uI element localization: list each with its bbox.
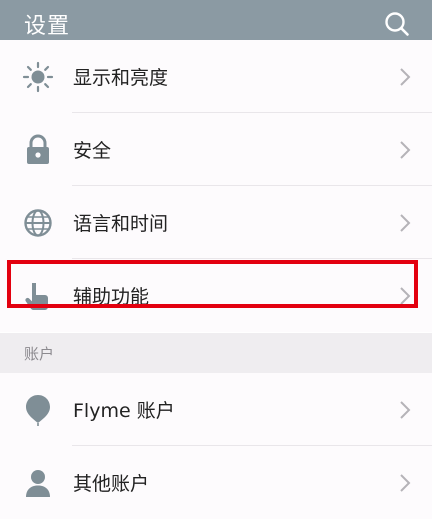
settings-item-accessibility[interactable]: 辅助功能 xyxy=(0,259,432,332)
settings-item-flyme-account[interactable]: Flyme 账户 xyxy=(0,373,432,446)
settings-item-label: 显示和亮度 xyxy=(73,67,169,89)
chevron-right-icon xyxy=(398,139,412,161)
settings-item-language[interactable]: 语言和时间 xyxy=(0,186,432,259)
globe-icon xyxy=(21,206,55,240)
chevron-right-icon xyxy=(398,472,412,494)
section-header-accounts: 账户 xyxy=(0,333,432,373)
settings-item-security[interactable]: 安全 xyxy=(0,113,432,186)
chevron-right-icon xyxy=(398,212,412,234)
settings-item-other-accounts[interactable]: 其他账户 xyxy=(0,446,432,519)
chevron-right-icon xyxy=(398,285,412,307)
settings-item-label: 其他账户 xyxy=(73,473,150,495)
settings-item-label: 辅助功能 xyxy=(73,286,150,308)
page-title: 设置 xyxy=(24,14,71,39)
flyme-balloon-icon xyxy=(21,393,55,427)
lock-icon xyxy=(21,133,55,167)
brightness-icon xyxy=(21,60,55,94)
section-title: 账户 xyxy=(24,344,55,363)
settings-item-label: 语言和时间 xyxy=(73,213,169,235)
search-icon[interactable] xyxy=(382,9,412,39)
settings-item-display[interactable]: 显示和亮度 xyxy=(0,40,432,113)
chevron-right-icon xyxy=(398,66,412,88)
user-icon xyxy=(21,466,55,500)
accessibility-hand-icon xyxy=(21,279,55,313)
settings-item-label: 安全 xyxy=(73,140,112,162)
chevron-right-icon xyxy=(398,399,412,421)
settings-item-label: Flyme 账户 xyxy=(73,400,175,422)
